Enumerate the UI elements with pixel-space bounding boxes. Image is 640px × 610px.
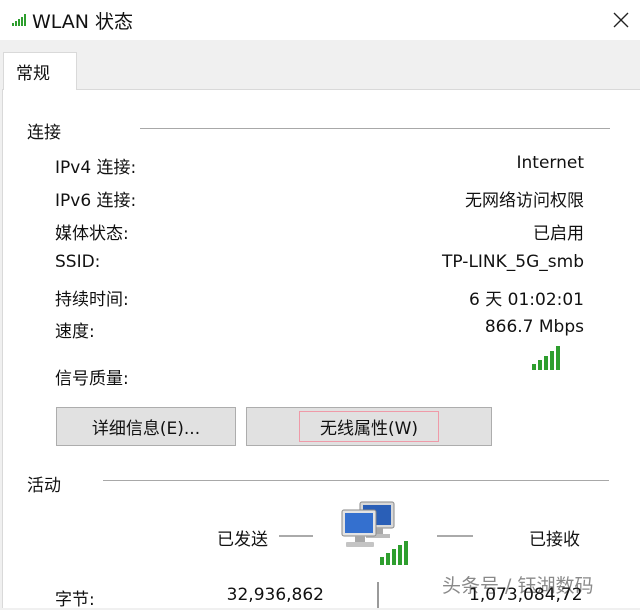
ipv6-value: 无网络访问权限 (465, 191, 584, 211)
signal-quality-label: 信号质量: (55, 369, 129, 389)
duration-label: 持续时间: (55, 290, 129, 310)
bytes-divider (377, 582, 379, 608)
connection-section-title: 连接 (27, 123, 61, 143)
duration-value: 6 天 01:02:01 (469, 290, 584, 310)
tab-general[interactable]: 常规 (3, 52, 77, 90)
wireless-properties-button[interactable]: 无线属性(W) (246, 407, 492, 446)
speed-label: 速度: (55, 322, 95, 342)
wireless-properties-button-label: 无线属性(W) (298, 411, 440, 442)
media-state-value: 已启用 (533, 224, 584, 244)
details-button[interactable]: 详细信息(E)... (56, 407, 236, 446)
close-button[interactable] (604, 4, 638, 36)
bytes-label: 字节: (55, 590, 95, 610)
title-bar: WLAN 状态 (0, 0, 640, 40)
ssid-label: SSID: (55, 252, 101, 272)
bytes-sent-value: 32,936,862 (226, 585, 324, 605)
details-button-label: 详细信息(E)... (91, 419, 201, 439)
connection-divider (140, 128, 610, 129)
received-label: 已接收 (529, 530, 580, 550)
activity-section-title: 活动 (27, 476, 61, 496)
wifi-signal-icon (12, 14, 26, 26)
sent-line (279, 535, 313, 537)
activity-divider (103, 480, 609, 481)
watermark: 头条号 / 钰湖数码 (442, 575, 594, 597)
ipv4-label: IPv4 连接: (55, 158, 137, 178)
window-title: WLAN 状态 (32, 11, 134, 33)
received-line (437, 535, 473, 537)
close-icon (613, 12, 629, 28)
signal-strength-icon (532, 346, 560, 370)
sent-label: 已发送 (217, 530, 268, 550)
tab-label: 常规 (16, 64, 50, 84)
network-activity-icon (341, 501, 408, 565)
media-state-label: 媒体状态: (55, 224, 129, 244)
speed-value: 866.7 Mbps (484, 317, 584, 337)
ssid-value: TP-LINK_5G_smb (442, 252, 584, 272)
ipv6-label: IPv6 连接: (55, 191, 137, 211)
ipv4-value: Internet (516, 153, 584, 173)
